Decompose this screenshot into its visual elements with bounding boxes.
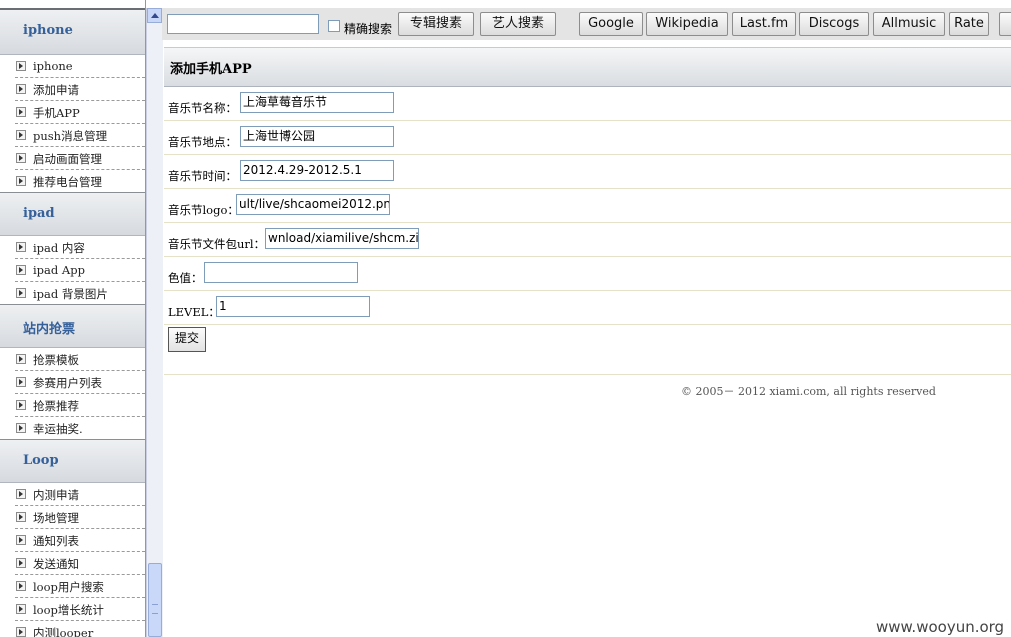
festival-time-input[interactable]: 2012.4.29-2012.5.1 <box>240 160 394 181</box>
sidebar-item-add-application[interactable]: 添加申请 <box>15 78 145 101</box>
artist-search-button[interactable]: 艺人搜素 <box>480 12 556 36</box>
arrow-right-icon <box>16 176 26 186</box>
sidebar-item-splash-screen[interactable]: 启动画面管理 <box>15 147 145 170</box>
arrow-right-icon <box>16 288 26 298</box>
arrow-right-icon <box>16 581 26 591</box>
form-row-time: 音乐节时间： 2012.4.29-2012.5.1 <box>164 154 1011 189</box>
arrow-right-icon <box>16 512 26 522</box>
sidebar-item-mobile-app[interactable]: 手机APP <box>15 101 145 124</box>
search-input[interactable] <box>167 14 319 34</box>
form-row-level: LEVEL： 1 <box>164 290 1011 325</box>
arrow-right-icon <box>16 423 26 433</box>
sidebar-item-ipad-app[interactable]: ipad App <box>15 259 145 282</box>
panel-header: 添加手机APP <box>164 47 1011 87</box>
festival-logo-label: 音乐节logo： <box>168 203 239 217</box>
section-title: Loop <box>23 453 59 468</box>
sidebar-item-send-notification[interactable]: 发送通知 <box>15 552 145 575</box>
grip-icon <box>152 604 158 614</box>
section-title: iphone <box>23 23 73 38</box>
exact-search-checkbox[interactable] <box>328 20 340 32</box>
sidebar-item-ticket-recommend[interactable]: 抢票推荐 <box>15 394 145 417</box>
sidebar-item-loop-user-search[interactable]: loop用户搜索 <box>15 575 145 598</box>
sidebar-item-venue-management[interactable]: 场地管理 <box>15 506 145 529</box>
arrow-right-icon <box>16 153 26 163</box>
arrow-right-icon <box>16 107 26 117</box>
festival-location-label: 音乐节地点： <box>168 135 237 149</box>
sidebar-section-tickets[interactable]: 站内抢票 <box>0 304 145 348</box>
sidebar-section-iphone[interactable]: iphone <box>0 8 145 55</box>
wikipedia-button[interactable]: Wikipedia <box>646 12 728 36</box>
page-title: 添加手机APP <box>170 62 252 77</box>
arrow-right-icon <box>16 400 26 410</box>
allmusic-button[interactable]: Allmusic <box>873 12 945 36</box>
scrollbar-thumb[interactable] <box>148 563 162 637</box>
form-row-location: 音乐节地点： 上海世博公园 <box>164 120 1011 155</box>
album-search-button[interactable]: 专辑搜素 <box>398 12 474 36</box>
festival-time-label: 音乐节时间： <box>168 169 237 183</box>
divider <box>164 358 1011 375</box>
sidebar-item-loop-growth-stats[interactable]: loop增长统计 <box>15 598 145 621</box>
arrow-right-icon <box>16 265 26 275</box>
arrow-right-icon <box>16 242 26 252</box>
festival-logo-input[interactable]: ult/live/shcaomei2012.png <box>236 194 390 215</box>
arrow-right-icon <box>16 354 26 364</box>
arrow-right-icon <box>16 61 26 71</box>
section-title: 站内抢票 <box>23 322 76 337</box>
google-button[interactable]: Google <box>579 12 643 36</box>
arrow-right-icon <box>16 84 26 94</box>
color-value-input[interactable] <box>204 262 358 283</box>
form-row-logo: 音乐节logo： ult/live/shcaomei2012.png <box>164 188 1011 223</box>
exact-search-label: 精确搜索 <box>344 22 393 36</box>
arrow-right-icon <box>16 130 26 140</box>
sidebar-item-participants[interactable]: 参赛用户列表 <box>15 371 145 394</box>
package-url-input[interactable]: wnload/xiamilive/shcm.zip <box>265 228 419 249</box>
festival-name-label: 音乐节名称： <box>168 101 237 115</box>
sidebar-item-iphone[interactable]: iphone <box>15 55 145 78</box>
main-content: 添加手机APP 音乐节名称： 上海草莓音乐节 音乐节地点： 上海世博公园 音乐节… <box>162 40 1011 637</box>
arrow-right-icon <box>16 377 26 387</box>
more-button[interactable] <box>999 12 1011 36</box>
watermark-text: www.wooyun.org <box>876 618 1005 636</box>
search-toolbar: 精确搜索 专辑搜素 艺人搜素 Google Wikipedia Last.fm … <box>162 8 1011 40</box>
festival-name-input[interactable]: 上海草莓音乐节 <box>240 92 394 113</box>
arrow-right-icon <box>16 535 26 545</box>
sidebar-item-lucky-draw[interactable]: 幸运抽奖. <box>15 417 145 439</box>
scroll-up-arrow-icon[interactable] <box>147 8 162 23</box>
sidebar-nav: iphone iphone 添加申请 手机APP push消息管理 启动画面管理… <box>0 0 146 637</box>
level-input[interactable]: 1 <box>216 296 370 317</box>
sidebar-item-ipad-content[interactable]: ipad 内容 <box>15 236 145 259</box>
arrow-right-icon <box>16 489 26 499</box>
form-row-package-url: 音乐节文件包url： wnload/xiamilive/shcm.zip <box>164 222 1011 257</box>
submit-button[interactable]: 提交 <box>168 327 206 352</box>
form-row-name: 音乐节名称： 上海草莓音乐节 <box>164 86 1011 121</box>
sidebar-section-ipad[interactable]: ipad <box>0 192 145 236</box>
rate-button[interactable]: Rate <box>949 12 989 36</box>
arrow-right-icon <box>16 627 26 637</box>
sidebar-item-push-messages[interactable]: push消息管理 <box>15 124 145 147</box>
package-url-label: 音乐节文件包url： <box>168 237 266 251</box>
sidebar-section-loop[interactable]: Loop <box>0 439 145 483</box>
level-label: LEVEL： <box>168 305 220 319</box>
sidebar-scrollbar[interactable] <box>146 8 163 637</box>
festival-location-input[interactable]: 上海世博公园 <box>240 126 394 147</box>
arrow-right-icon <box>16 604 26 614</box>
lastfm-button[interactable]: Last.fm <box>732 12 796 36</box>
sidebar-item-notification-list[interactable]: 通知列表 <box>15 529 145 552</box>
sidebar-item-beta-looper[interactable]: 内测looper <box>15 621 145 637</box>
discogs-button[interactable]: Discogs <box>799 12 869 36</box>
color-value-label: 色值： <box>168 271 203 285</box>
arrow-right-icon <box>16 558 26 568</box>
form-row-color: 色值： <box>164 256 1011 291</box>
copyright-text: © 2005－ 2012 xiami.com, all rights reser… <box>681 385 936 398</box>
section-title: ipad <box>23 206 55 221</box>
sidebar-item-recommended-radio[interactable]: 推荐电台管理 <box>15 170 145 192</box>
sidebar-item-ipad-background[interactable]: ipad 背景图片 <box>15 282 145 304</box>
sidebar-item-beta-application[interactable]: 内测申请 <box>15 483 145 506</box>
sidebar-item-ticket-template[interactable]: 抢票模板 <box>15 348 145 371</box>
